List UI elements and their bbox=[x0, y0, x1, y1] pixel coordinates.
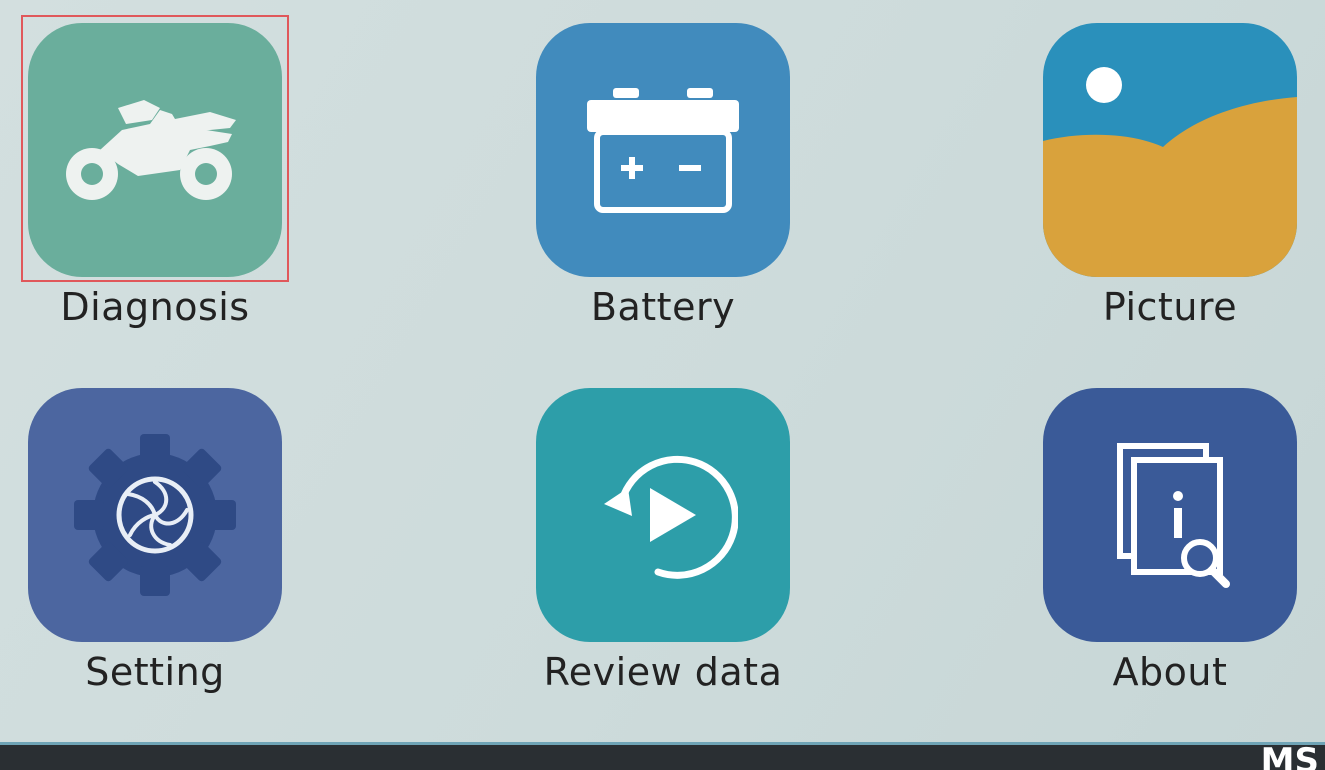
menu-item-picture[interactable]: Picture bbox=[1020, 23, 1320, 329]
diagnosis-icon-tile[interactable] bbox=[28, 23, 282, 277]
menu-item-label: Battery bbox=[590, 285, 736, 329]
gear-icon bbox=[74, 434, 236, 596]
main-menu-screen: Diagnosis Battery Picture Setting Review… bbox=[0, 0, 1325, 770]
menu-item-battery[interactable]: Battery bbox=[513, 23, 813, 329]
brand-logo-text: MS bbox=[1260, 741, 1319, 770]
menu-item-label: Review data bbox=[543, 650, 783, 694]
battery-icon bbox=[587, 88, 739, 213]
battery-icon-tile[interactable] bbox=[536, 23, 790, 277]
menu-item-about[interactable]: About bbox=[1020, 388, 1320, 694]
menu-item-label: Diagnosis bbox=[60, 285, 250, 329]
menu-item-label: About bbox=[1112, 650, 1228, 694]
setting-icon-tile[interactable] bbox=[28, 388, 282, 642]
menu-item-label: Picture bbox=[1102, 285, 1238, 329]
about-info-icon bbox=[1117, 443, 1230, 588]
picture-icon-tile[interactable] bbox=[1043, 23, 1297, 277]
motorcycle-icon bbox=[66, 100, 236, 200]
menu-item-label: Setting bbox=[85, 650, 225, 694]
menu-item-setting[interactable]: Setting bbox=[5, 388, 305, 694]
review-data-icon-tile[interactable] bbox=[536, 388, 790, 642]
replay-icon bbox=[604, 455, 738, 579]
menu-item-diagnosis[interactable]: Diagnosis bbox=[5, 23, 305, 329]
bottom-status-bar: MS bbox=[0, 742, 1325, 770]
picture-icon bbox=[1043, 67, 1297, 277]
menu-item-review-data[interactable]: Review data bbox=[513, 388, 813, 694]
about-icon-tile[interactable] bbox=[1043, 388, 1297, 642]
